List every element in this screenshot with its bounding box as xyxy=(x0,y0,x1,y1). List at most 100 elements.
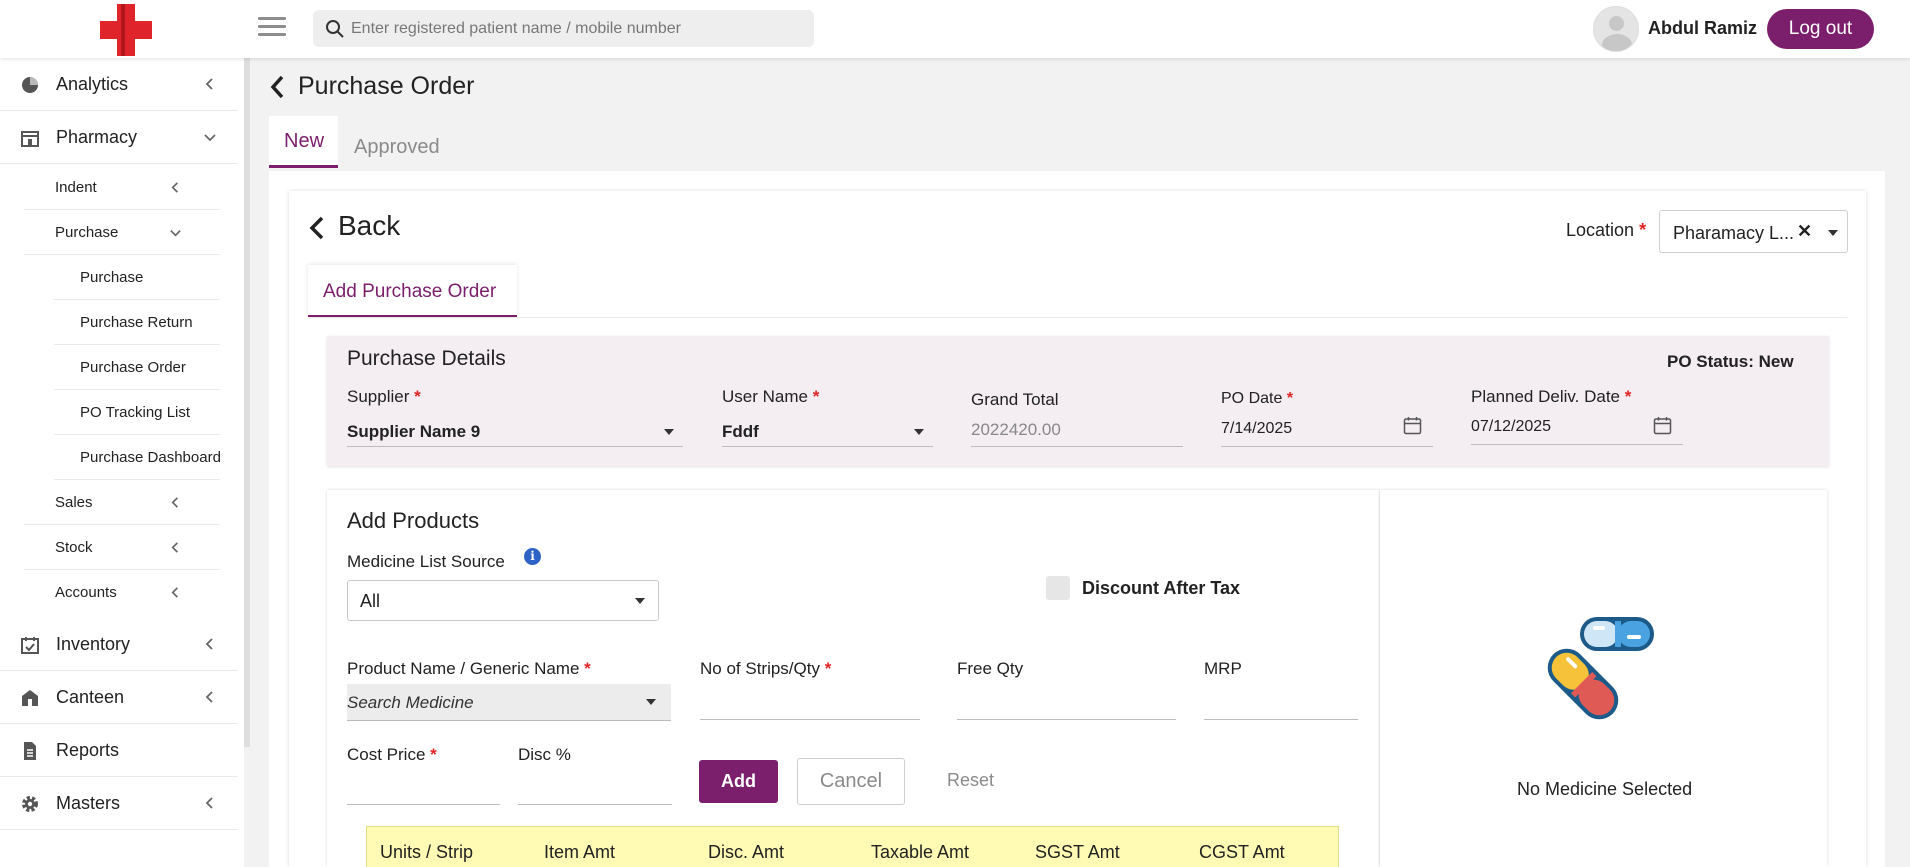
sidebar-item-indent[interactable]: Indent xyxy=(24,165,220,210)
free-qty-input[interactable] xyxy=(957,719,1176,720)
grand-total-label: Grand Total xyxy=(971,390,1059,409)
table-header: SGST Amt xyxy=(1035,842,1120,862)
add-button[interactable]: Add xyxy=(699,760,778,803)
sidebar-item-label: Accounts xyxy=(55,584,117,601)
dropdown-caret-icon[interactable] xyxy=(914,429,924,435)
calendar-icon[interactable] xyxy=(1653,416,1672,435)
sidebar-item-label: Purchase xyxy=(80,269,144,286)
purchase-details-title: Purchase Details xyxy=(347,347,506,370)
table-header: Units / Strip xyxy=(380,842,474,862)
discount-after-tax-checkbox[interactable] xyxy=(1046,576,1070,600)
tab-new[interactable]: New xyxy=(269,116,338,168)
location-select[interactable]: Pharamacy L... ✕ xyxy=(1659,210,1848,253)
strips-qty-input[interactable] xyxy=(700,719,920,720)
logout-button[interactable]: Log out xyxy=(1767,9,1874,49)
sidebar-item-label: Sales xyxy=(55,494,93,511)
po-date-input[interactable]: 7/14/2025 xyxy=(1221,420,1292,438)
sidebar-item-inventory[interactable]: Inventory xyxy=(0,618,238,671)
sidebar-item-label: Purchase xyxy=(55,224,119,241)
sidebar-item-po-tracking[interactable]: PO Tracking List xyxy=(54,390,220,435)
sidebar-item-label: Purchase Dashboard xyxy=(80,449,221,466)
chevron-down-icon xyxy=(170,230,181,237)
chevron-down-icon xyxy=(204,134,216,142)
amount-summary-table: Units / Strip Item Amt Disc. Amt Taxable… xyxy=(366,826,1339,867)
sidebar-item-sales[interactable]: Sales xyxy=(24,480,220,525)
sidebar-item-masters[interactable]: Masters xyxy=(0,777,238,830)
planned-delivery-date-input[interactable]: 07/12/2025 xyxy=(1471,418,1551,436)
sidebar-item-label: Purchase Order xyxy=(80,359,186,376)
chevron-left-icon xyxy=(171,182,178,193)
sidebar-item-purchase-return[interactable]: Purchase Return xyxy=(54,300,220,345)
field-underline xyxy=(971,446,1183,447)
medicine-capsules-icon xyxy=(1547,617,1654,720)
info-icon[interactable]: i xyxy=(524,548,541,565)
sidebar-item-pharmacy[interactable]: Pharmacy xyxy=(0,111,238,164)
field-underline xyxy=(347,446,683,447)
sidebar-scrollbar[interactable] xyxy=(244,58,250,747)
sidebar-item-label: Indent xyxy=(55,179,97,196)
sidebar-item-label: Analytics xyxy=(56,74,129,94)
free-qty-label: Free Qty xyxy=(957,659,1024,678)
disc-percent-input[interactable] xyxy=(518,804,672,805)
back-label: Back xyxy=(338,210,401,241)
patient-search xyxy=(313,10,814,47)
supplier-select[interactable]: Supplier Name 9 xyxy=(347,422,480,442)
disc-percent-label: Disc % xyxy=(518,745,571,764)
sidebar-item-analytics[interactable]: Analytics xyxy=(0,58,238,111)
user-name: Abdul Ramiz xyxy=(1648,18,1758,38)
top-bar: Abdul Ramiz Log out xyxy=(0,0,1910,58)
patient-search-input[interactable] xyxy=(351,10,801,47)
username-label: User Name * xyxy=(722,387,820,406)
mrp-label: MRP xyxy=(1204,659,1242,678)
sidebar-item-purchase-dashboard[interactable]: Purchase Dashboard xyxy=(54,435,221,480)
sidebar-item-purchase-group[interactable]: Purchase xyxy=(24,210,220,255)
sidebar-item-label: Purchase Return xyxy=(80,314,193,331)
chevron-left-icon xyxy=(205,78,213,90)
cancel-button[interactable]: Cancel xyxy=(797,758,905,805)
medicine-list-source-label: Medicine List Source xyxy=(347,552,505,571)
reset-button[interactable]: Reset xyxy=(947,770,994,791)
chevron-left-icon xyxy=(205,638,213,650)
sidebar-item-accounts[interactable]: Accounts xyxy=(24,570,220,615)
supplier-label: Supplier * xyxy=(347,387,421,406)
sidebar-item-reports[interactable]: Reports xyxy=(0,724,238,777)
grand-total-value: 2022420.00 xyxy=(971,420,1061,439)
field-underline xyxy=(1221,446,1433,447)
sidebar: Analytics Pharmacy Indent Purchase Purch… xyxy=(0,58,244,867)
dropdown-caret-icon xyxy=(635,598,645,604)
medicine-search-select[interactable]: Search Medicine xyxy=(347,684,671,721)
dropdown-caret-icon xyxy=(646,699,656,705)
table-header: Item Amt xyxy=(544,842,616,862)
planned-delivery-date-label: Planned Deliv. Date * xyxy=(1471,387,1632,406)
cost-price-input[interactable] xyxy=(347,804,500,805)
po-date-label: PO Date * xyxy=(1221,390,1294,407)
tab-add-purchase-order[interactable]: Add Purchase Order xyxy=(308,265,517,318)
hospital-logo-icon[interactable] xyxy=(100,4,152,56)
po-status-badge: PO Status: New xyxy=(1667,352,1794,371)
field-underline xyxy=(1471,444,1683,445)
medicine-list-source-select[interactable]: All xyxy=(347,580,659,621)
sidebar-item-purchase[interactable]: Purchase xyxy=(54,255,220,300)
username-select[interactable]: Fddf xyxy=(722,422,759,442)
dropdown-caret-icon[interactable] xyxy=(664,429,674,435)
sidebar-item-purchase-order[interactable]: Purchase Order xyxy=(54,345,220,390)
sidebar-item-canteen[interactable]: Canteen xyxy=(0,671,238,724)
sidebar-item-stock[interactable]: Stock xyxy=(24,525,220,570)
table-header: Taxable Amt xyxy=(871,842,970,862)
hamburger-menu-icon[interactable] xyxy=(258,17,286,37)
calendar-icon[interactable] xyxy=(1403,416,1422,435)
sidebar-item-label: PO Tracking List xyxy=(80,404,191,421)
mrp-input[interactable] xyxy=(1204,719,1358,720)
canteen-store-icon xyxy=(22,690,38,706)
no-medicine-selected-text: No Medicine Selected xyxy=(1517,779,1693,799)
clear-icon[interactable]: ✕ xyxy=(1797,221,1812,242)
tab-approved[interactable]: Approved xyxy=(354,116,464,168)
table-header: CGST Amt xyxy=(1199,842,1285,862)
sidebar-item-label: Stock xyxy=(55,539,93,556)
user-avatar[interactable] xyxy=(1593,6,1639,52)
discount-after-tax-label: Discount After Tax xyxy=(1082,578,1241,598)
sidebar-item-label: Reports xyxy=(56,740,120,760)
pharmacy-store-icon xyxy=(21,131,39,147)
location-label: Location * xyxy=(1566,220,1647,240)
strips-qty-label: No of Strips/Qty * xyxy=(700,659,832,678)
